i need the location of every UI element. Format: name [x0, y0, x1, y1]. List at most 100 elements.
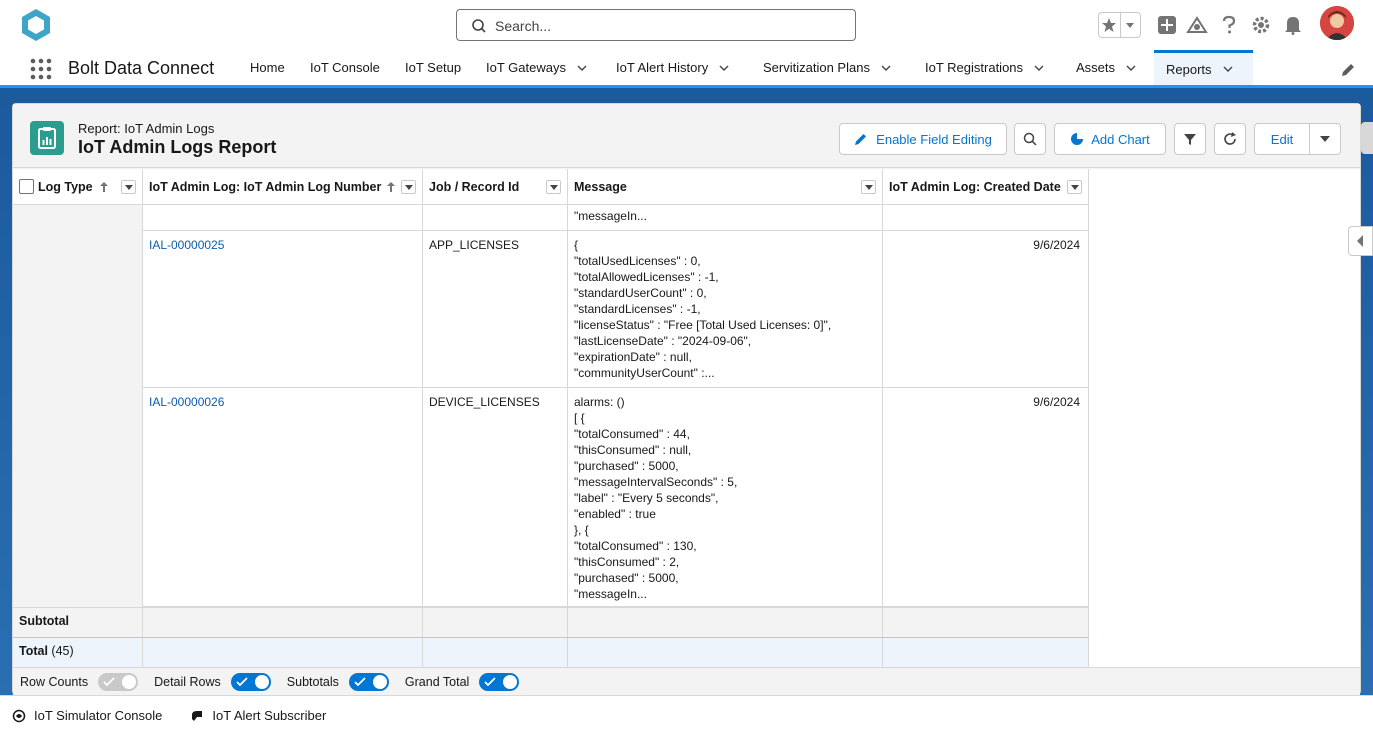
app-launcher-icon[interactable] [30, 58, 52, 80]
utility-item-iot-alert-subscriber[interactable]: IoT Alert Subscriber [190, 708, 326, 723]
detail-rows-toggle[interactable] [230, 672, 271, 691]
tab-label: IoT Gateways [486, 60, 566, 75]
global-header: Search... [0, 0, 1373, 50]
column-header-job-record-id[interactable]: Job / Record Id [423, 169, 568, 205]
column-menu-button[interactable] [861, 180, 876, 194]
utility-item-label: IoT Simulator Console [34, 708, 163, 723]
sort-ascending-icon [387, 181, 396, 192]
tab-label: Reports [1166, 61, 1212, 77]
simulator-icon [12, 709, 26, 722]
table-cell [883, 205, 1089, 231]
add-chart-button[interactable]: Add Chart [1054, 123, 1166, 155]
tab-iot-console[interactable]: IoT Console [310, 50, 380, 85]
message-text: "messageIn... [574, 209, 647, 223]
message-cell: { "totalUsedLicenses" : 0, "totalAllowed… [568, 231, 883, 388]
edit-button[interactable]: Edit [1254, 123, 1310, 155]
tab-servitization-plans[interactable]: Servitization Plans [763, 50, 892, 85]
column-menu-button[interactable] [401, 180, 416, 194]
row-counts-toggle[interactable] [98, 672, 139, 691]
app-logo-icon[interactable] [18, 7, 54, 43]
tab-iot-alert-history[interactable]: IoT Alert History [616, 50, 730, 85]
empty-grid-area [1089, 169, 1360, 667]
refresh-button[interactable] [1214, 123, 1246, 155]
subtotal-label: Subtotal [13, 608, 143, 638]
tab-reports[interactable]: Reports [1154, 50, 1253, 85]
column-menu-button[interactable] [121, 180, 136, 194]
button-label: Edit [1270, 131, 1294, 147]
alert-subscriber-icon [192, 710, 203, 721]
message-cell: alarms: () [ { "totalConsumed" : 44, "th… [568, 388, 883, 607]
edit-nav-pencil-icon[interactable] [1340, 62, 1356, 78]
report-grid: Log Type IoT Admin Log: IoT Admin Log Nu… [13, 169, 1089, 668]
search-report-button[interactable] [1014, 123, 1046, 155]
user-avatar[interactable] [1320, 6, 1354, 40]
help-icon[interactable] [1218, 12, 1240, 38]
search-placeholder: Search... [495, 18, 552, 34]
tab-iot-setup[interactable]: IoT Setup [405, 50, 461, 85]
total-cell [143, 638, 423, 668]
tab-label: IoT Registrations [925, 60, 1024, 75]
global-actions-icon[interactable] [1156, 12, 1178, 38]
side-panel-handle[interactable] [1361, 122, 1373, 154]
created-date-cell: 9/6/2024 [883, 388, 1089, 607]
utility-item-label: IoT Alert Subscriber [212, 708, 327, 723]
created-date-cell: 9/6/2024 [883, 231, 1089, 388]
column-header-log-type[interactable]: Log Type [13, 169, 143, 205]
edit-menu-button[interactable] [1309, 123, 1341, 155]
tab-iot-registrations[interactable]: IoT Registrations [925, 50, 1045, 85]
chevron-down-icon [1320, 136, 1330, 142]
global-search-input[interactable]: Search... [456, 9, 856, 41]
column-header-message[interactable]: Message [568, 169, 883, 205]
group-column [13, 205, 143, 607]
chevron-down-icon[interactable] [880, 62, 892, 74]
chevron-down-icon [549, 185, 558, 190]
search-icon [1023, 132, 1037, 146]
chevron-down-icon[interactable] [1222, 63, 1234, 75]
subtotal-cell [568, 608, 883, 638]
total-cell [883, 638, 1089, 668]
total-cell [423, 638, 568, 668]
subtotals-toggle[interactable] [348, 672, 389, 691]
row-counts-label: Row Counts [20, 674, 89, 689]
filter-button[interactable] [1174, 123, 1206, 155]
column-label: IoT Admin Log: Created Date [889, 179, 1061, 194]
side-panel-toggle[interactable] [1348, 226, 1373, 256]
tab-label: IoT Setup [405, 60, 462, 75]
select-all-checkbox[interactable] [19, 179, 34, 194]
job-text: DEVICE_LICENSES [429, 395, 540, 409]
column-header-created-date[interactable]: IoT Admin Log: Created Date [883, 169, 1089, 205]
column-menu-button[interactable] [546, 180, 561, 194]
tab-iot-gateways[interactable]: IoT Gateways [486, 50, 588, 85]
tab-assets[interactable]: Assets [1076, 50, 1137, 85]
report-header: Report: IoT Admin Logs IoT Admin Logs Re… [13, 104, 1360, 168]
trailhead-icon[interactable] [1186, 12, 1208, 38]
column-menu-button[interactable] [1067, 180, 1082, 194]
subtotal-row: Subtotal [13, 607, 1089, 638]
subtotals-label: Subtotals [286, 674, 339, 689]
tab-label: Home [250, 60, 285, 75]
setup-gear-icon[interactable] [1250, 12, 1272, 38]
column-header-log-number[interactable]: IoT Admin Log: IoT Admin Log Number [143, 169, 423, 205]
notifications-bell-icon[interactable] [1282, 12, 1304, 38]
chevron-down-icon[interactable] [718, 62, 730, 74]
button-label: Add Chart [1091, 131, 1150, 147]
app-nav-bar: Bolt Data Connect Home IoT Console IoT S… [0, 50, 1373, 88]
report-type-label: Report: IoT Admin Logs [78, 121, 215, 136]
enable-field-editing-button[interactable]: Enable Field Editing [839, 123, 1007, 155]
chevron-down-icon[interactable] [1121, 20, 1140, 30]
chevron-down-icon[interactable] [1125, 62, 1137, 74]
utility-item-iot-simulator-console[interactable]: IoT Simulator Console [12, 708, 162, 723]
column-label: Log Type [38, 179, 93, 194]
grand-total-toggle[interactable] [479, 672, 520, 691]
app-name: Bolt Data Connect [68, 58, 215, 78]
chevron-down-icon[interactable] [576, 62, 588, 74]
favorites-button[interactable] [1098, 12, 1141, 38]
chevron-down-icon [124, 185, 133, 190]
log-number-link[interactable]: IAL-00000026 [149, 395, 224, 409]
tab-home[interactable]: Home [250, 50, 285, 85]
report-title: IoT Admin Logs Report [78, 137, 277, 157]
chevron-down-icon[interactable] [1033, 62, 1045, 74]
log-number-link[interactable]: IAL-00000025 [149, 238, 224, 252]
grand-total-cell: Total (45) [13, 638, 143, 668]
job-cell: APP_LICENSES [423, 231, 568, 388]
